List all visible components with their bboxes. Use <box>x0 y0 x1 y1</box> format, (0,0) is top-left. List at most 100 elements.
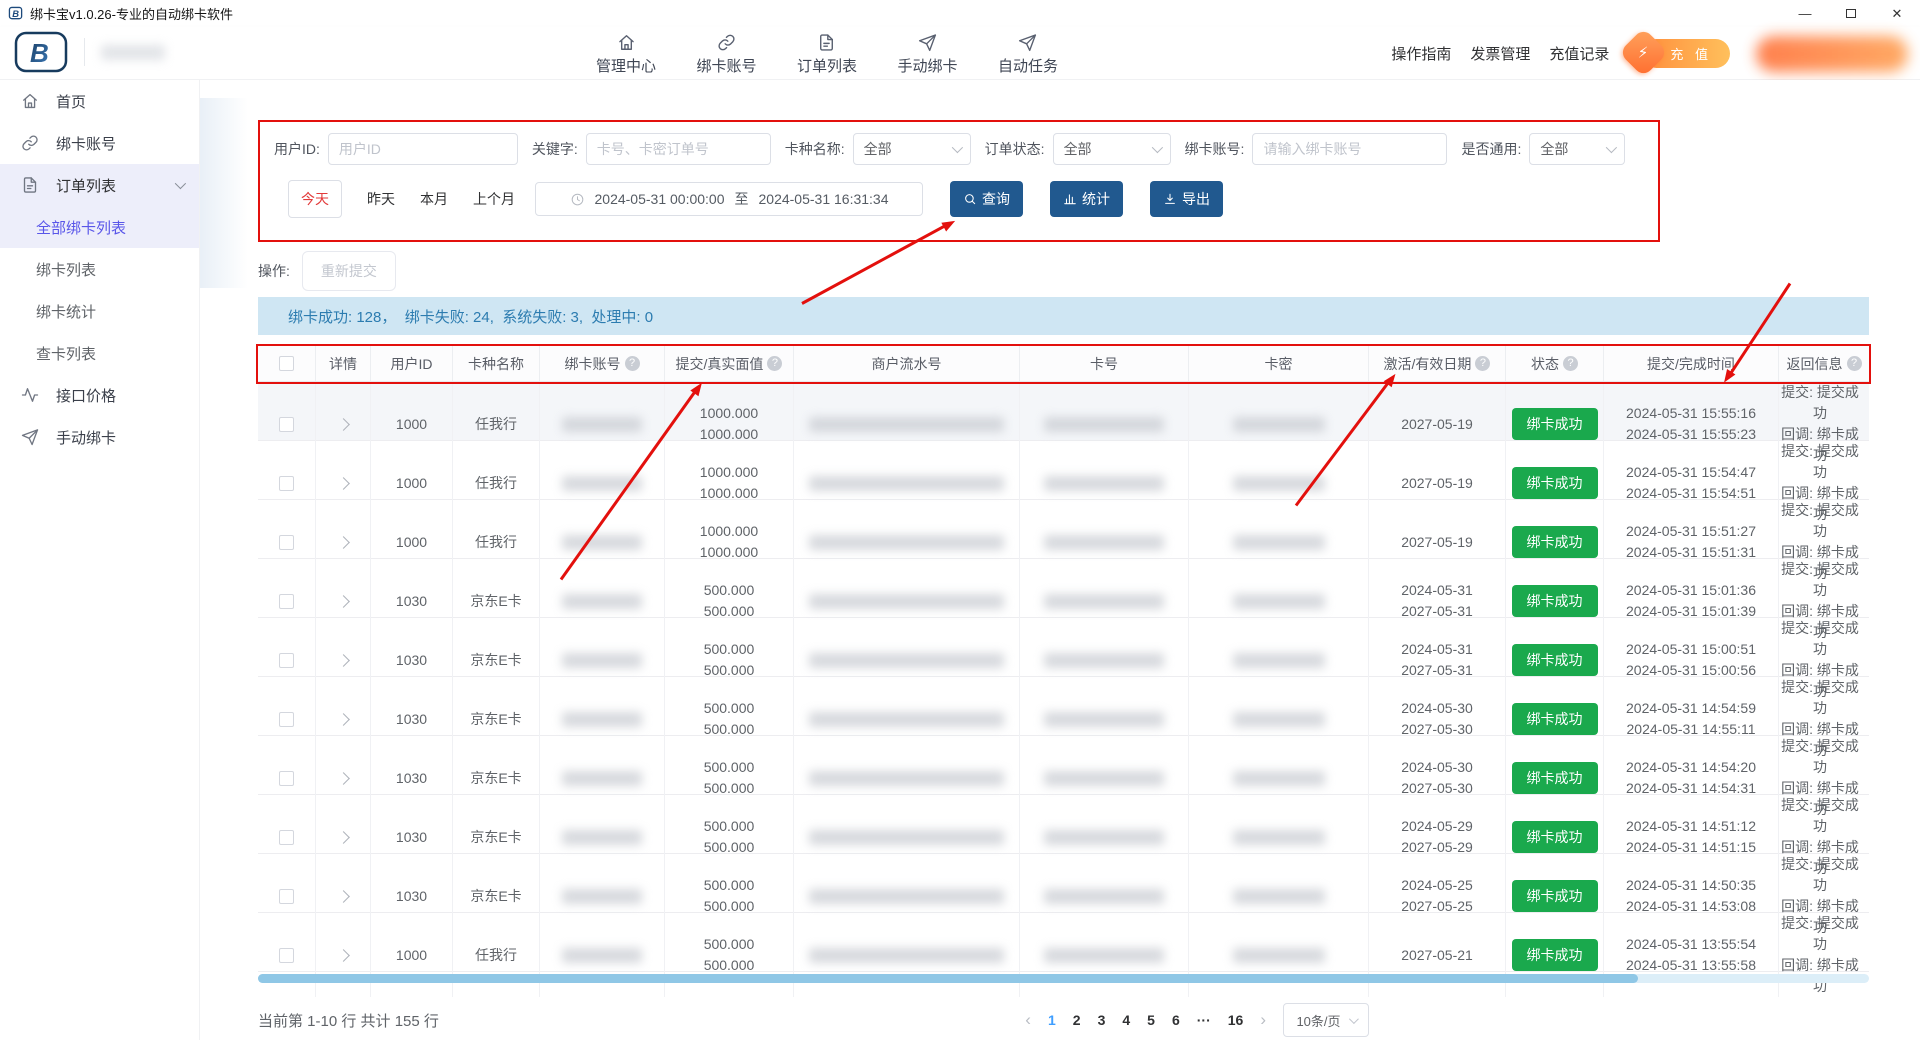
order-status-select[interactable]: 全部 <box>1053 133 1171 165</box>
row-checkbox[interactable] <box>279 535 294 550</box>
row-checkbox[interactable] <box>279 712 294 727</box>
sidebar-item-order-list[interactable]: 订单列表 <box>0 164 199 206</box>
sidebar-item-bind-account[interactable]: 绑卡账号 <box>0 122 199 164</box>
page-number[interactable]: 5 <box>1147 1012 1155 1028</box>
svg-text:B: B <box>12 9 19 19</box>
sidebar-item-bind-list[interactable]: 绑卡列表 <box>0 248 199 290</box>
nav-manual-bind[interactable]: 手动绑卡 <box>893 27 961 80</box>
minimize-button[interactable]: — <box>1782 0 1828 27</box>
table-row[interactable]: 1030 京东E卡 500.000500.000 2024-05-312027-… <box>258 559 1869 618</box>
header-status: 状态? <box>1506 346 1604 381</box>
expand-row-icon[interactable] <box>337 713 350 726</box>
row-checkbox[interactable] <box>279 594 294 609</box>
select-all-checkbox[interactable] <box>279 356 294 371</box>
header-detail: 详情 <box>316 346 371 381</box>
resubmit-button[interactable]: 重新提交 <box>302 251 396 291</box>
search-button[interactable]: 查询 <box>950 181 1023 217</box>
maximize-button[interactable] <box>1828 0 1874 27</box>
sidebar-item-card-query-list[interactable]: 查卡列表 <box>0 332 199 374</box>
table-row[interactable]: 1000 任我行 500.000500.000 2027-05-21 绑卡成功 … <box>258 913 1869 972</box>
expand-row-icon[interactable] <box>337 418 350 431</box>
page-size-select[interactable]: 10条/页 <box>1283 1003 1369 1037</box>
nav-order-list[interactable]: 订单列表 <box>793 27 861 80</box>
blurred-merchant-flow <box>809 712 1004 727</box>
row-checkbox[interactable] <box>279 889 294 904</box>
blurred-card-pwd <box>1233 830 1325 845</box>
page-number[interactable]: 16 <box>1228 1012 1244 1028</box>
expand-row-icon[interactable] <box>337 772 350 785</box>
help-icon[interactable]: ? <box>625 356 640 371</box>
row-checkbox[interactable] <box>279 948 294 963</box>
range-last-month-button[interactable]: 上个月 <box>473 189 515 209</box>
stats-button[interactable]: 统计 <box>1050 181 1123 217</box>
status-badge: 绑卡成功 <box>1512 585 1598 617</box>
bind-account-input[interactable] <box>1252 133 1447 165</box>
close-button[interactable]: ✕ <box>1874 0 1920 27</box>
header-face-value: 提交/真实面值? <box>665 346 794 381</box>
header-user-id: 用户ID <box>371 346 453 381</box>
expand-row-icon[interactable] <box>337 890 350 903</box>
expand-row-icon[interactable] <box>337 536 350 549</box>
user-id-input[interactable] <box>328 133 518 165</box>
row-checkbox[interactable] <box>279 771 294 786</box>
row-checkbox[interactable] <box>279 417 294 432</box>
table-row[interactable]: 1030 京东E卡 500.000500.000 2024-05-252027-… <box>258 854 1869 913</box>
expand-row-icon[interactable] <box>337 477 350 490</box>
card-type-select[interactable]: 全部 <box>853 133 971 165</box>
sidebar-item-all-bind-list[interactable]: 全部绑卡列表 <box>0 206 199 248</box>
sidebar-item-home[interactable]: 首页 <box>0 80 199 122</box>
blurred-merchant-flow <box>809 417 1004 432</box>
row-checkbox[interactable] <box>279 476 294 491</box>
send-icon <box>917 32 938 53</box>
table-row[interactable]: 1030 京东E卡 500.000500.000 2024-05-302027-… <box>258 736 1869 795</box>
nav-bind-account[interactable]: 绑卡账号 <box>692 27 760 80</box>
help-icon[interactable]: ? <box>1563 356 1578 371</box>
blurred-bind-account <box>562 535 642 550</box>
universal-select[interactable]: 全部 <box>1529 133 1625 165</box>
link-operation-guide[interactable]: 操作指南 <box>1391 43 1451 64</box>
sidebar-item-api-price[interactable]: 接口价格 <box>0 374 199 416</box>
nav-admin-center[interactable]: 管理中心 <box>592 27 660 80</box>
page-number[interactable]: 6 <box>1172 1012 1180 1028</box>
link-recharge-records[interactable]: 充值记录 <box>1549 43 1609 64</box>
page-number[interactable]: 4 <box>1122 1012 1130 1028</box>
recharge-button[interactable]: ⚡ 充 值 <box>1642 39 1730 68</box>
status-badge: 绑卡成功 <box>1512 939 1598 971</box>
nav-auto-task[interactable]: 自动任务 <box>994 27 1062 80</box>
date-range-input[interactable]: 2024-05-31 00:00:00 至 2024-05-31 16:31:3… <box>535 182 923 216</box>
prev-page-icon[interactable]: ‹ <box>1025 1010 1031 1030</box>
expand-row-icon[interactable] <box>337 654 350 667</box>
range-this-month-button[interactable]: 本月 <box>420 189 448 209</box>
app-header: B 管理中心 绑卡账号 订单列表 手动绑卡 自动任务 操作指南 发票管理 充值记… <box>0 27 1920 80</box>
keyword-input[interactable] <box>586 133 771 165</box>
table-row[interactable]: 1030 京东E卡 500.000500.000 2024-05-312027-… <box>258 618 1869 677</box>
sidebar-item-manual-bind[interactable]: 手动绑卡 <box>0 416 199 458</box>
expand-row-icon[interactable] <box>337 949 350 962</box>
export-button[interactable]: 导出 <box>1150 181 1223 217</box>
horizontal-scrollbar[interactable] <box>258 974 1869 983</box>
expand-row-icon[interactable] <box>337 595 350 608</box>
help-icon[interactable]: ? <box>1847 356 1862 371</box>
row-checkbox[interactable] <box>279 653 294 668</box>
table-row[interactable]: 1000 任我行 1000.0001000.000 2027-05-19 绑卡成… <box>258 500 1869 559</box>
clock-icon <box>570 192 585 207</box>
table-row[interactable]: 1000 任我行 1000.0001000.000 2027-05-19 绑卡成… <box>258 382 1869 441</box>
row-checkbox[interactable] <box>279 830 294 845</box>
blurred-account-button[interactable] <box>1756 36 1908 72</box>
link-invoice-management[interactable]: 发票管理 <box>1470 43 1530 64</box>
range-yesterday-button[interactable]: 昨天 <box>367 189 395 209</box>
table-row[interactable]: 1000 任我行 1000.0001000.000 2027-05-19 绑卡成… <box>258 441 1869 500</box>
scrollbar-thumb[interactable] <box>258 974 1638 983</box>
page-number[interactable]: 1 <box>1048 1012 1056 1028</box>
next-page-icon[interactable]: › <box>1260 1010 1266 1030</box>
help-icon[interactable]: ? <box>767 356 782 371</box>
page-number[interactable]: 2 <box>1073 1012 1081 1028</box>
page-number[interactable]: 3 <box>1098 1012 1106 1028</box>
table-row[interactable]: 1030 京东E卡 500.000500.000 2024-05-302027-… <box>258 677 1869 736</box>
expand-row-icon[interactable] <box>337 831 350 844</box>
help-icon[interactable]: ? <box>1475 356 1490 371</box>
page-ellipsis[interactable]: ··· <box>1197 1012 1211 1028</box>
range-today-button[interactable]: 今天 <box>288 180 342 218</box>
sidebar-item-bind-stats[interactable]: 绑卡统计 <box>0 290 199 332</box>
table-row[interactable]: 1030 京东E卡 500.000500.000 2024-05-292027-… <box>258 795 1869 854</box>
